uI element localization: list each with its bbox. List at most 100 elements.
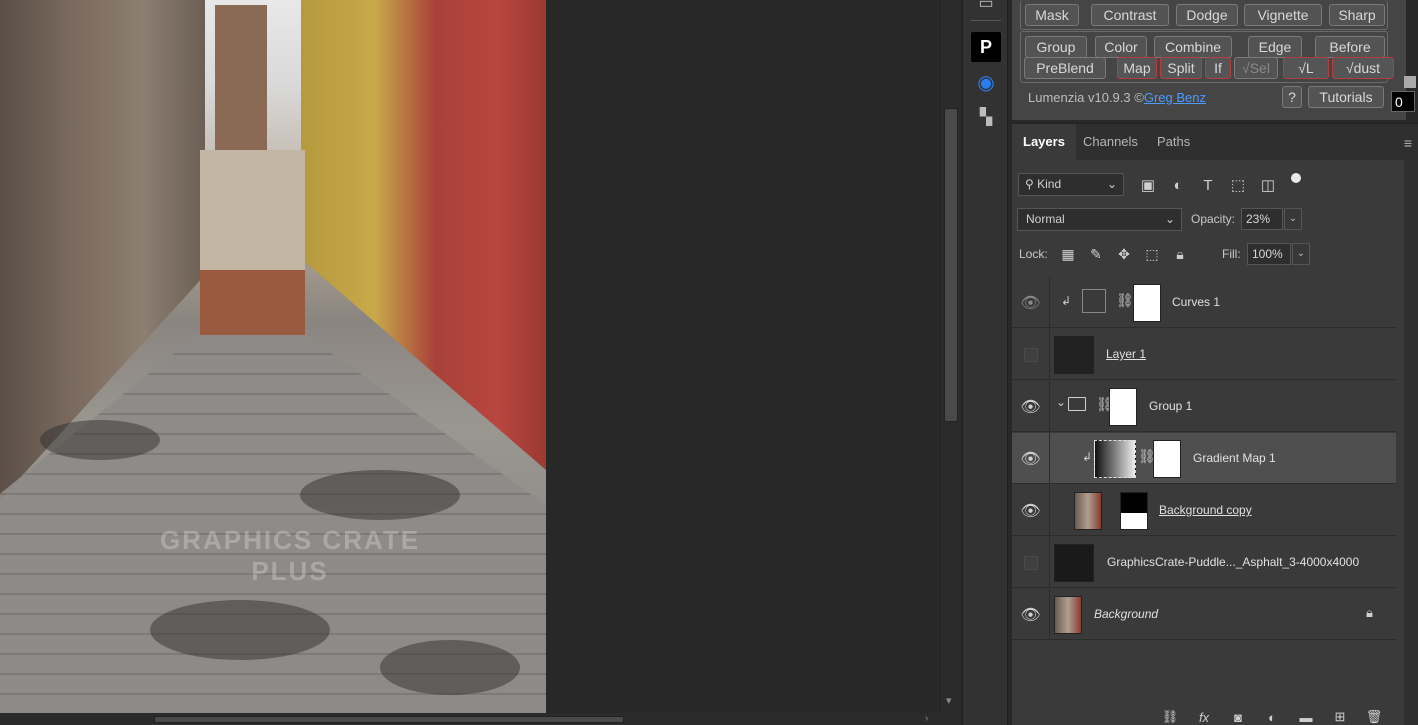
new-group-folder-icon[interactable]: ▬ xyxy=(1296,709,1316,725)
adjustment-filter-icon[interactable]: ◐ xyxy=(1168,175,1188,195)
brick-end-wall xyxy=(200,270,305,335)
fill-chevron-icon[interactable]: ⌄ xyxy=(1292,243,1310,265)
vignette-button[interactable]: Vignette xyxy=(1244,4,1322,26)
link-layers-icon[interactable]: ⛓︎ xyxy=(1160,709,1180,725)
layer-mask-thumbnail[interactable] xyxy=(1153,440,1181,478)
sharp-button[interactable]: Sharp xyxy=(1329,4,1385,26)
luminosity-button[interactable]: √L xyxy=(1283,57,1329,79)
lock-all-icon[interactable]: 🔒︎ xyxy=(1171,245,1189,263)
visibility-eye-icon[interactable]: 👁︎ xyxy=(1012,485,1050,536)
lock-artboard-icon[interactable]: ⬚ xyxy=(1143,245,1161,263)
combine-button[interactable]: Combine xyxy=(1154,36,1232,58)
filter-toggle[interactable] xyxy=(1291,173,1301,193)
layer-name[interactable]: Curves 1 xyxy=(1172,277,1220,328)
visibility-eye-icon[interactable]: 👁︎ xyxy=(1012,589,1050,640)
lock-row: Lock: ▦ ✎ ✥ ⬚ 🔒︎ Fill: 100% ⌄ xyxy=(1019,243,1418,267)
layer-style-fx-icon[interactable]: fx xyxy=(1194,709,1214,725)
layer-thumbnail[interactable] xyxy=(1054,596,1082,634)
author-link[interactable]: Greg Benz xyxy=(1144,90,1206,105)
smart-object-thumbnail[interactable] xyxy=(1054,544,1094,582)
layer-name[interactable]: GraphicsCrate-Puddle..._Asphalt_3-4000x4… xyxy=(1107,537,1359,588)
curves-adjustment-icon xyxy=(1082,289,1106,313)
layer-name[interactable]: Background copy xyxy=(1159,485,1252,536)
plugin-icon[interactable]: ▚ xyxy=(971,102,1001,132)
link-chain-icon[interactable]: ⛓︎ xyxy=(1116,292,1134,309)
tutorials-button[interactable]: Tutorials xyxy=(1308,86,1384,108)
pixel-filter-icon[interactable]: ▣ xyxy=(1138,175,1158,195)
layer-name[interactable]: Group 1 xyxy=(1149,381,1192,432)
scroll-right-arrow-icon[interactable]: › xyxy=(925,713,928,724)
lock-image-brush-icon[interactable]: ✎ xyxy=(1087,245,1105,263)
layer-mask-thumbnail[interactable] xyxy=(1120,492,1148,530)
scrollbar-thumb[interactable] xyxy=(944,108,958,422)
fill-field[interactable]: 100% xyxy=(1247,243,1291,265)
layer-name[interactable]: Gradient Map 1 xyxy=(1193,433,1276,484)
canvas-horizontal-scrollbar[interactable]: › xyxy=(0,713,960,725)
scrollbar-thumb[interactable] xyxy=(154,716,624,723)
mask-button[interactable]: Mask xyxy=(1025,4,1079,26)
canvas-vertical-scrollbar[interactable]: ▾ xyxy=(940,0,960,713)
sel-button[interactable]: √Sel xyxy=(1234,57,1278,79)
layer-row-layer-1[interactable]: Layer 1 xyxy=(1012,329,1396,380)
lock-label: Lock: xyxy=(1019,247,1048,261)
visibility-eye-icon[interactable]: 👁︎ xyxy=(1012,277,1050,328)
canvas-area[interactable]: GRAPHICS CRATE PLUS xyxy=(0,0,940,713)
filter-kind-select[interactable]: ⚲ Kind ⌄ xyxy=(1018,173,1124,196)
panel-menu-icon[interactable]: ≡ xyxy=(1404,135,1412,151)
visibility-toggle-empty[interactable] xyxy=(1012,537,1050,588)
blend-mode-select[interactable]: Normal ⌄ xyxy=(1017,208,1182,231)
type-filter-icon[interactable]: T xyxy=(1198,175,1218,195)
add-mask-icon[interactable]: ◙ xyxy=(1228,709,1248,725)
new-adjustment-layer-icon[interactable]: ◐ xyxy=(1262,709,1282,725)
layer-row-puddle-smart-object[interactable]: GraphicsCrate-Puddle..._Asphalt_3-4000x4… xyxy=(1012,537,1396,588)
gradient-map-icon[interactable] xyxy=(1094,440,1136,478)
map-button[interactable]: Map xyxy=(1117,57,1157,79)
layer-row-curves-1[interactable]: 👁︎ ↲ ⛓︎ Curves 1 xyxy=(1012,277,1396,328)
dodge-button[interactable]: Dodge xyxy=(1176,4,1238,26)
layer-name[interactable]: Layer 1 xyxy=(1106,329,1146,380)
layer-row-group-1[interactable]: 👁︎ ⌄ ⛓︎ Group 1 xyxy=(1012,381,1396,432)
opacity-chevron-icon[interactable]: ⌄ xyxy=(1284,208,1302,230)
visibility-eye-icon[interactable]: 👁︎ xyxy=(1012,433,1050,484)
new-layer-icon[interactable]: ⊞ xyxy=(1330,709,1350,725)
contrast-button[interactable]: Contrast xyxy=(1091,4,1169,26)
if-button[interactable]: If xyxy=(1205,57,1231,79)
lock-transparency-icon[interactable]: ▦ xyxy=(1059,245,1077,263)
layer-filter-row: ⚲ Kind ⌄ ▣ ◐ T ⬚ ◫ xyxy=(1018,173,1418,197)
panel-icon[interactable]: ▭ xyxy=(971,0,1001,18)
group-mask-thumbnail[interactable] xyxy=(1109,388,1137,426)
color-button[interactable]: Color xyxy=(1095,36,1147,58)
tab-paths[interactable]: Paths xyxy=(1146,124,1201,160)
dust-button[interactable]: √dust xyxy=(1332,57,1394,79)
layer-name[interactable]: Background xyxy=(1094,589,1158,640)
visibility-eye-icon[interactable]: 👁︎ xyxy=(1012,381,1050,432)
preblend-button[interactable]: PreBlend xyxy=(1024,57,1106,79)
delete-layer-trash-icon[interactable]: 🗑︎ xyxy=(1364,709,1384,725)
value-field[interactable]: 0 xyxy=(1391,91,1415,112)
before-button[interactable]: Before xyxy=(1315,36,1385,58)
group-button[interactable]: Group xyxy=(1025,36,1087,58)
edge-button[interactable]: Edge xyxy=(1248,36,1302,58)
eye-plugin-icon[interactable]: ◉ xyxy=(971,67,1001,97)
layer-row-background[interactable]: 👁︎ Background 🔒︎ xyxy=(1012,589,1396,640)
chevron-down-icon[interactable]: ⌄ xyxy=(1056,395,1066,409)
tab-channels[interactable]: Channels xyxy=(1072,124,1149,160)
tab-layers[interactable]: Layers xyxy=(1012,124,1076,160)
help-button[interactable]: ? xyxy=(1282,86,1302,108)
lumenzia-panel-icon[interactable]: P xyxy=(971,32,1001,62)
opacity-field[interactable]: 23% xyxy=(1241,208,1283,230)
visibility-toggle-empty[interactable] xyxy=(1012,329,1050,380)
shape-filter-icon[interactable]: ⬚ xyxy=(1228,175,1248,195)
scroll-down-arrow-icon[interactable]: ▾ xyxy=(946,694,952,707)
smart-object-filter-icon[interactable]: ◫ xyxy=(1258,175,1278,195)
layer-thumbnail[interactable] xyxy=(1074,492,1102,530)
layer-thumbnail[interactable] xyxy=(1054,336,1094,374)
canvas-image[interactable]: GRAPHICS CRATE PLUS xyxy=(0,0,546,713)
lock-position-icon[interactable]: ✥ xyxy=(1115,245,1133,263)
split-button[interactable]: Split xyxy=(1160,57,1202,79)
layer-mask-thumbnail[interactable] xyxy=(1133,284,1161,322)
panel-slider-handle[interactable] xyxy=(1404,76,1416,88)
layer-row-background-copy[interactable]: 👁︎ Background copy xyxy=(1012,485,1396,536)
layer-row-gradient-map-1[interactable]: 👁︎ ↲ ⛓︎ Gradient Map 1 xyxy=(1012,433,1396,484)
layers-panel-scrollbar[interactable] xyxy=(1404,160,1418,725)
